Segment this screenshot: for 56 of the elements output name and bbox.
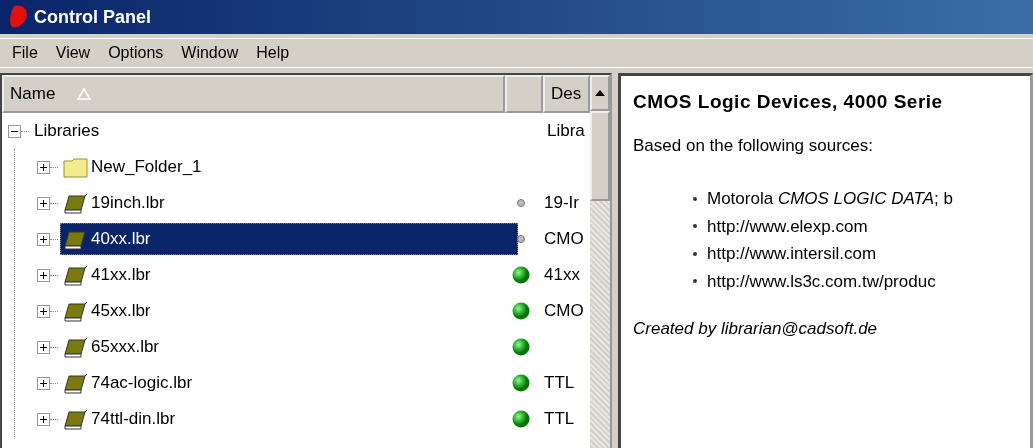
book-icon <box>63 372 89 394</box>
details-heading: CMOS Logic Devices, 4000 Serie <box>633 90 944 114</box>
app-logo-icon <box>8 4 30 30</box>
author-text: Created by librarian@cadsoft.de <box>633 318 878 340</box>
folder-icon <box>63 156 89 178</box>
expand-icon[interactable] <box>37 160 50 174</box>
book-icon <box>63 192 89 214</box>
bullet-icon <box>693 224 697 229</box>
tree-item[interactable]: 40xx.lbr <box>60 223 518 255</box>
book-icon <box>63 264 89 286</box>
description-text: 41xx <box>544 265 580 285</box>
bullet-icon <box>693 196 697 201</box>
book-icon <box>63 336 89 358</box>
tree-item[interactable]: 74ttl-din.lbr <box>60 403 181 435</box>
up-arrow-icon <box>595 90 605 96</box>
collapse-icon[interactable] <box>8 124 21 138</box>
description-text: TTL <box>544 373 575 393</box>
expand-icon[interactable] <box>37 196 50 210</box>
tree-item[interactable]: 19inch.lbr <box>60 187 170 219</box>
source-text: Motorola CMOS LOGIC DATA; b <box>707 188 953 210</box>
bullet-icon <box>693 251 697 256</box>
tree-item[interactable]: New_Folder_1 <box>60 151 207 183</box>
menu-item[interactable]: Window <box>179 41 241 65</box>
intro-text: Based on the following sources: <box>633 134 874 157</box>
expand-icon[interactable] <box>37 232 50 246</box>
column-header[interactable]: Name <box>2 75 505 113</box>
tree-item[interactable]: 45xx.lbr <box>60 295 156 327</box>
menu-item[interactable]: File <box>10 41 40 65</box>
menu-item[interactable]: View <box>53 41 93 65</box>
book-icon <box>63 228 89 250</box>
window-title: Control Panel <box>34 5 151 29</box>
scroll-up-button[interactable] <box>590 75 610 111</box>
menu-item[interactable]: Help <box>254 41 292 65</box>
description-text: Libra <box>547 121 585 141</box>
expand-icon[interactable] <box>37 376 50 390</box>
source-text: http://www.elexp.com <box>707 215 868 238</box>
book-icon <box>63 300 89 322</box>
tree-item[interactable]: 65xxx.lbr <box>60 331 165 363</box>
description-text: CMO <box>544 229 584 249</box>
tree-item[interactable]: Libraries <box>31 115 105 147</box>
source-text: http://www.intersil.com <box>707 243 877 265</box>
book-icon <box>63 408 89 430</box>
expand-icon[interactable] <box>37 412 50 426</box>
scrollbar-thumb[interactable] <box>590 111 610 201</box>
bullet-icon <box>693 279 697 284</box>
description-text: TTL <box>544 409 575 429</box>
expand-icon[interactable] <box>37 304 50 318</box>
expand-icon[interactable] <box>37 340 50 354</box>
expand-icon[interactable] <box>37 268 50 282</box>
column-header[interactable]: Des <box>543 75 590 113</box>
description-text: CMO <box>544 301 584 321</box>
tree-item[interactable]: 41xx.lbr <box>60 259 156 291</box>
menu-item[interactable]: Options <box>106 41 166 65</box>
source-text: http://www.ls3c.com.tw/produc <box>707 270 936 293</box>
tree-item[interactable]: 74ac-logic.lbr <box>60 367 198 399</box>
description-text: 19-Ir <box>544 193 579 213</box>
